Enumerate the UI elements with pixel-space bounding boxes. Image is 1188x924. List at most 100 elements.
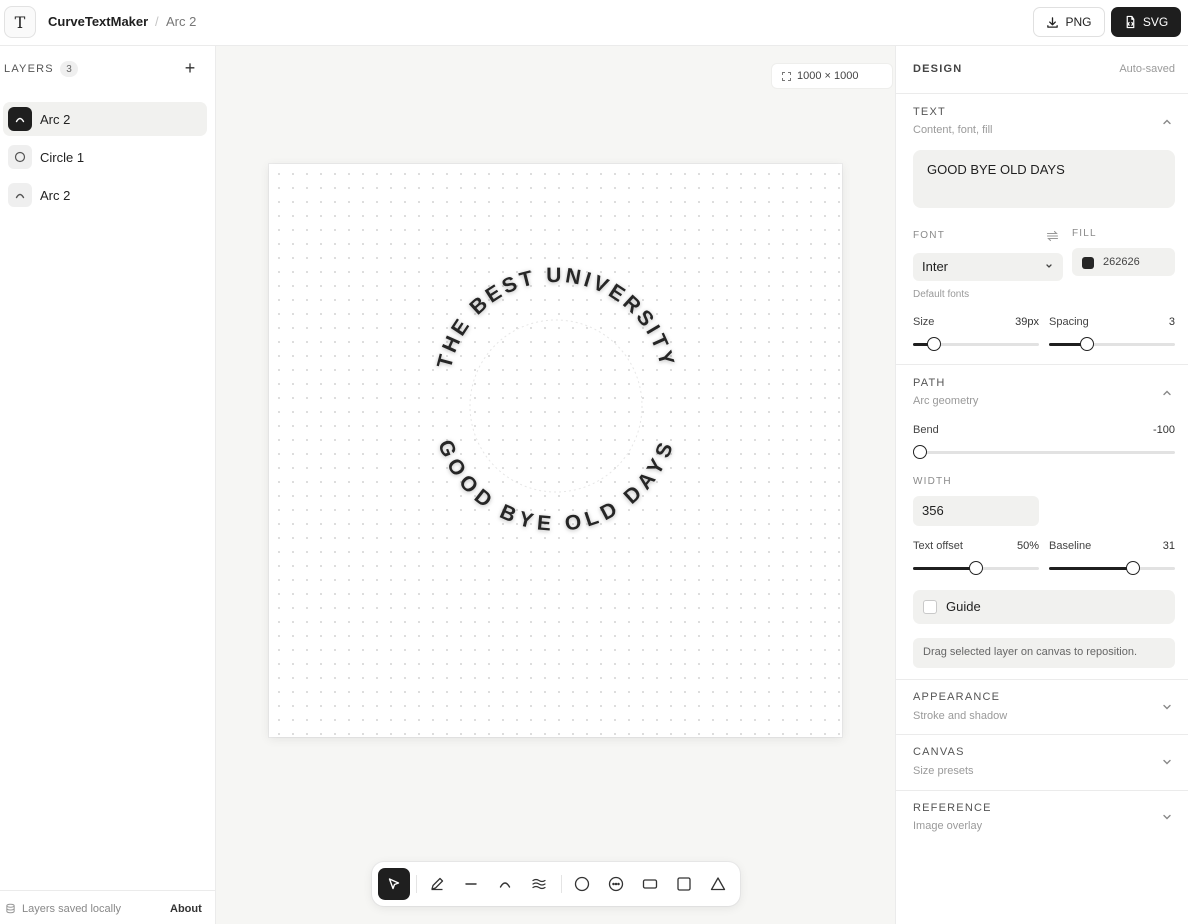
layer-label: Circle 1 xyxy=(40,149,85,165)
baseline-slider-thumb[interactable] xyxy=(1126,561,1141,575)
text-section-title: TEXT xyxy=(913,106,946,118)
database-icon xyxy=(6,903,15,914)
canvas-section-subtitle: Size presets xyxy=(913,765,974,777)
appearance-section-title: APPEARANCE xyxy=(913,691,1001,703)
wave-tool[interactable] xyxy=(523,868,555,900)
add-layer-button[interactable]: + xyxy=(180,58,200,78)
fill-color-field[interactable]: 262626 xyxy=(1072,248,1175,276)
bend-value: -100 xyxy=(1152,424,1175,436)
autosave-status: Auto-saved xyxy=(1119,63,1175,75)
baseline-slider-fill xyxy=(1049,567,1134,570)
artboard[interactable]: THE BEST UNIVERSITY GOOD BYE OLD DAYS xyxy=(269,164,842,737)
circle-icon xyxy=(8,145,32,169)
export-png-button[interactable]: PNG xyxy=(1033,7,1105,37)
spacing-slider[interactable] xyxy=(1049,337,1175,351)
bend-label: Bend xyxy=(913,424,939,436)
text-offset-slider-thumb[interactable] xyxy=(969,561,983,575)
top-arc-textpath: THE BEST UNIVERSITY xyxy=(433,264,676,371)
text-section-subtitle: Content, font, fill xyxy=(913,124,993,136)
arc-icon xyxy=(499,882,511,888)
text-offset-value: 50% xyxy=(1016,540,1039,552)
wave-icon xyxy=(532,878,546,890)
chevron-down-icon[interactable] xyxy=(1161,701,1173,713)
triangle-icon xyxy=(710,877,726,891)
square-tool[interactable] xyxy=(668,868,700,900)
font-select[interactable]: Inter xyxy=(913,253,1063,281)
guide-toggle[interactable]: Guide xyxy=(913,590,1175,624)
plus-icon: + xyxy=(184,57,196,78)
export-svg-button[interactable]: SVG xyxy=(1111,7,1181,37)
chevron-up-icon[interactable] xyxy=(1161,387,1173,399)
logo-glyph: T xyxy=(14,12,26,32)
circle-tool[interactable] xyxy=(566,868,598,900)
chevron-down-icon[interactable] xyxy=(1161,756,1173,768)
about-link[interactable]: About xyxy=(170,903,202,915)
text-offset-slider-fill xyxy=(913,567,976,570)
code-file-icon xyxy=(1126,15,1135,29)
arc-tool[interactable] xyxy=(489,868,521,900)
divider xyxy=(896,790,1188,791)
text-offset-slider[interactable] xyxy=(913,561,1039,575)
circle-icon xyxy=(574,876,590,892)
bottom-arc-text[interactable]: GOOD BYE OLD DAYS xyxy=(433,437,679,536)
design-heading: DESIGN xyxy=(913,63,963,75)
font-hint: Default fonts xyxy=(913,289,970,300)
bend-slider-thumb[interactable] xyxy=(913,445,927,459)
layers-panel: LAYERS 3 + Arc 2 Circle 1 Arc 2 Layers s… xyxy=(0,46,216,924)
text-offset-label: Text offset xyxy=(913,540,963,552)
triangle-tool[interactable] xyxy=(702,868,734,900)
arc-icon xyxy=(8,107,32,131)
layer-label: Arc 2 xyxy=(40,187,71,203)
rectangle-icon xyxy=(642,879,658,889)
divider xyxy=(896,734,1188,735)
reference-section-title: REFERENCE xyxy=(913,802,992,814)
divider xyxy=(896,364,1188,365)
line-tool[interactable] xyxy=(455,868,487,900)
path-section-subtitle: Arc geometry xyxy=(913,395,979,407)
tool-palette xyxy=(372,862,740,906)
font-select-value: Inter xyxy=(922,259,949,274)
app-logo: T xyxy=(4,6,36,38)
size-slider-thumb[interactable] xyxy=(927,337,942,351)
text-content-input[interactable]: GOOD BYE OLD DAYS xyxy=(913,150,1175,208)
select-tool[interactable] xyxy=(378,868,410,900)
reposition-hint: Drag selected layer on canvas to reposit… xyxy=(913,638,1175,668)
canvas-stage[interactable]: 1000 × 1000 THE BEST UNIVERSITY GOOD BYE… xyxy=(216,46,895,924)
line-icon xyxy=(465,883,477,885)
chevron-down-icon[interactable] xyxy=(1161,811,1173,823)
breadcrumb-separator: / xyxy=(155,14,159,29)
spacing-label: Spacing xyxy=(1049,316,1089,328)
guide-checkbox[interactable] xyxy=(923,600,937,614)
fill-label: FILL xyxy=(1072,228,1097,239)
width-input[interactable]: 356 xyxy=(913,496,1039,526)
breadcrumb-current: Arc 2 xyxy=(166,14,197,29)
canvas-size-chip: 1000 × 1000 xyxy=(772,64,892,88)
path-section-title: PATH xyxy=(913,377,946,389)
size-slider[interactable] xyxy=(913,337,1039,351)
dotted-circle-tool[interactable] xyxy=(600,868,632,900)
layers-footer: Layers saved locally About xyxy=(0,890,215,924)
fill-swatch[interactable] xyxy=(1082,257,1094,269)
layers-saved-status: Layers saved locally xyxy=(22,903,122,915)
top-bar: T CurveTextMaker / Arc 2 PNG SVG xyxy=(0,0,1188,46)
swap-icon[interactable] xyxy=(1046,230,1059,242)
canvas-section-title: CANVAS xyxy=(913,746,965,758)
divider xyxy=(896,679,1188,680)
pen-tool[interactable] xyxy=(421,868,453,900)
top-arc-text[interactable]: THE BEST UNIVERSITY xyxy=(433,264,679,371)
layer-item[interactable]: Circle 1 xyxy=(3,140,207,174)
layer-item[interactable]: Arc 2 xyxy=(3,102,207,136)
design-panel: DESIGN Auto-saved TEXT Content, font, fi… xyxy=(895,46,1188,924)
baseline-value: 31 xyxy=(1162,540,1175,552)
baseline-slider[interactable] xyxy=(1049,561,1175,575)
fill-hex-value: 262626 xyxy=(1103,256,1140,268)
rectangle-tool[interactable] xyxy=(634,868,666,900)
layer-item[interactable]: Arc 2 xyxy=(3,178,207,212)
canvas-size-label: 1000 × 1000 xyxy=(797,70,859,82)
chevron-up-icon[interactable] xyxy=(1161,116,1173,128)
width-label: WIDTH xyxy=(913,476,952,487)
spacing-slider-thumb[interactable] xyxy=(1079,337,1094,351)
download-icon xyxy=(1047,16,1059,28)
pen-icon xyxy=(431,877,444,891)
bend-slider[interactable] xyxy=(913,445,1175,459)
